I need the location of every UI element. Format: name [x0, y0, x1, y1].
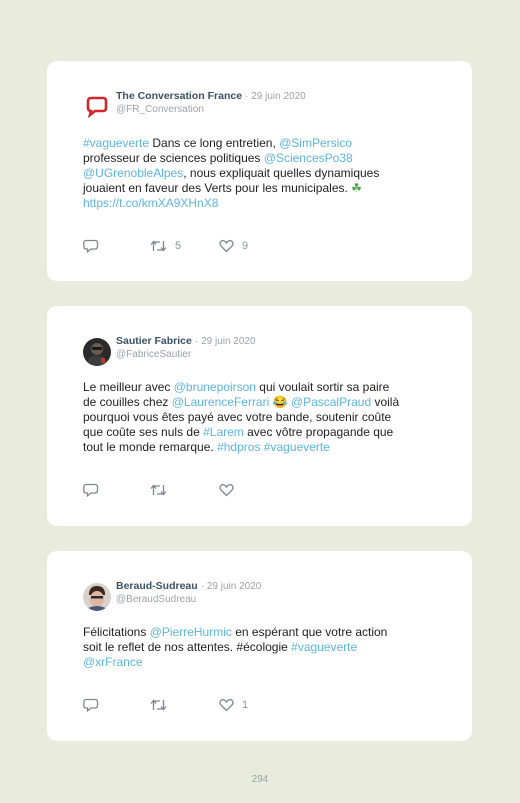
author-name[interactable]: Sautier Fabrice	[116, 335, 192, 347]
shamrock-emoji-icon: ☘	[351, 181, 362, 195]
author-line: Sautier Fabrice · 29 juin 2020	[116, 335, 256, 347]
like-button[interactable]	[219, 482, 234, 498]
tweet-text-segment: jouaient en faveur des Verts pour les mu…	[83, 181, 352, 195]
retweet-icon	[150, 698, 167, 712]
tweet-card: The Conversation France · 29 juin 2020 @…	[47, 61, 472, 281]
retweet-icon	[150, 483, 167, 497]
tweet-text-segment: Dans ce long entretien,	[149, 136, 280, 150]
reply-icon	[83, 698, 99, 712]
reply-button[interactable]	[83, 697, 99, 713]
tweet-text-segment: tout le monde remarque.	[83, 440, 218, 454]
speech-bubble-logo-icon[interactable]	[83, 93, 111, 121]
profile-photo-icon[interactable]	[83, 338, 111, 366]
tweet-text-segment: Félicitations	[83, 625, 150, 639]
mention-link[interactable]: @PascalPraud	[291, 395, 371, 409]
like-count: 1	[242, 699, 249, 711]
tweet-text: Félicitations @PierreHurmic en espérant …	[83, 625, 433, 670]
author-name[interactable]: The Conversation France	[116, 90, 242, 102]
separator-dot: ·	[200, 581, 204, 592]
reply-icon	[83, 239, 99, 253]
mention-link[interactable]: @LaurenceFerrari	[172, 395, 270, 409]
tweet-text-segment: avec vôtre propagande que	[243, 425, 394, 439]
heart-icon	[219, 239, 234, 253]
mention-link[interactable]: @SciencesPo38	[264, 151, 353, 165]
hashtag-link[interactable]: #vagueverte	[83, 136, 149, 150]
mention-link[interactable]: @PierreHurmic	[150, 625, 232, 639]
tweet-card: Beraud-Sudreau · 29 juin 2020 @BeraudSud…	[47, 551, 472, 741]
like-button[interactable]: 9	[219, 238, 248, 254]
mention-link[interactable]: @UGrenobleAlpes	[83, 166, 183, 180]
reply-button[interactable]	[83, 482, 99, 498]
author-name[interactable]: Beraud-Sudreau	[116, 580, 198, 592]
hashtag-link[interactable]: #vagueverte	[264, 440, 330, 454]
tweet-text: Le meilleur avec @brunepoirson qui voula…	[83, 380, 433, 455]
author-handle[interactable]: @FR_Conversation	[116, 104, 204, 115]
mention-link[interactable]: @SimPersico	[279, 136, 352, 150]
tweet-text-segment: , nous expliquait quelles dynamiques	[183, 166, 380, 180]
page-number: 294	[251, 774, 269, 785]
reply-button[interactable]	[83, 238, 99, 254]
heart-icon	[219, 483, 234, 497]
tweet-text-segment: qui voulait sortir sa paire	[255, 380, 390, 394]
mention-link[interactable]: @xrFrance	[83, 655, 143, 669]
tweet-text-segment: Le meilleur avec	[83, 380, 174, 394]
retweet-count: 5	[175, 240, 182, 252]
hashtag-link[interactable]: #hdpros	[217, 440, 260, 454]
mention-link[interactable]: @brunepoirson	[174, 380, 256, 394]
tweet-date[interactable]: 29 juin 2020	[251, 91, 306, 102]
reply-icon	[83, 483, 99, 497]
tweet-card: Sautier Fabrice · 29 juin 2020 @FabriceS…	[47, 306, 472, 526]
tweet-text-segment: soit le reflet de nos attentes. #écologi…	[83, 640, 292, 654]
separator-dot: ·	[194, 336, 199, 347]
tweet-text-segment: professeur de sciences politiques	[83, 151, 264, 165]
author-line: Beraud-Sudreau · 29 juin 2020	[116, 580, 261, 592]
tweet-text-segment: 😂	[269, 395, 291, 409]
heart-icon	[219, 698, 234, 712]
tweet-text-segment: voilà	[371, 395, 400, 409]
like-count: 9	[242, 240, 249, 252]
tweet-text-segment: pourquoi vous êtes payé avec votre bande…	[83, 410, 392, 424]
author-line: The Conversation France · 29 juin 2020	[116, 90, 306, 102]
retweet-button[interactable]: 5	[150, 238, 181, 254]
tweet-date[interactable]: 29 juin 2020	[201, 336, 256, 347]
separator-dot: ·	[244, 91, 249, 102]
hashtag-link[interactable]: #Larem	[203, 425, 244, 439]
author-handle[interactable]: @BeraudSudreau	[116, 594, 196, 605]
profile-photo-icon[interactable]	[83, 583, 111, 611]
hashtag-link[interactable]: #vagueverte	[291, 640, 357, 654]
retweet-icon	[150, 239, 167, 253]
retweet-button[interactable]	[150, 482, 167, 498]
tweet-text: #vagueverte Dans ce long entretien, @Sim…	[83, 136, 433, 211]
url-link[interactable]: https://t.co/kmXA9XHnX8	[83, 196, 218, 210]
retweet-button[interactable]	[150, 697, 167, 713]
tweet-text-segment: en espérant que votre action	[231, 625, 388, 639]
tweet-text-segment: que coûte ses nuls de	[83, 425, 204, 439]
like-button[interactable]: 1	[219, 697, 248, 713]
tweet-date[interactable]: 29 juin 2020	[207, 581, 262, 592]
tweet-text-segment: de couilles chez	[83, 395, 172, 409]
author-handle[interactable]: @FabriceSautier	[116, 349, 191, 360]
